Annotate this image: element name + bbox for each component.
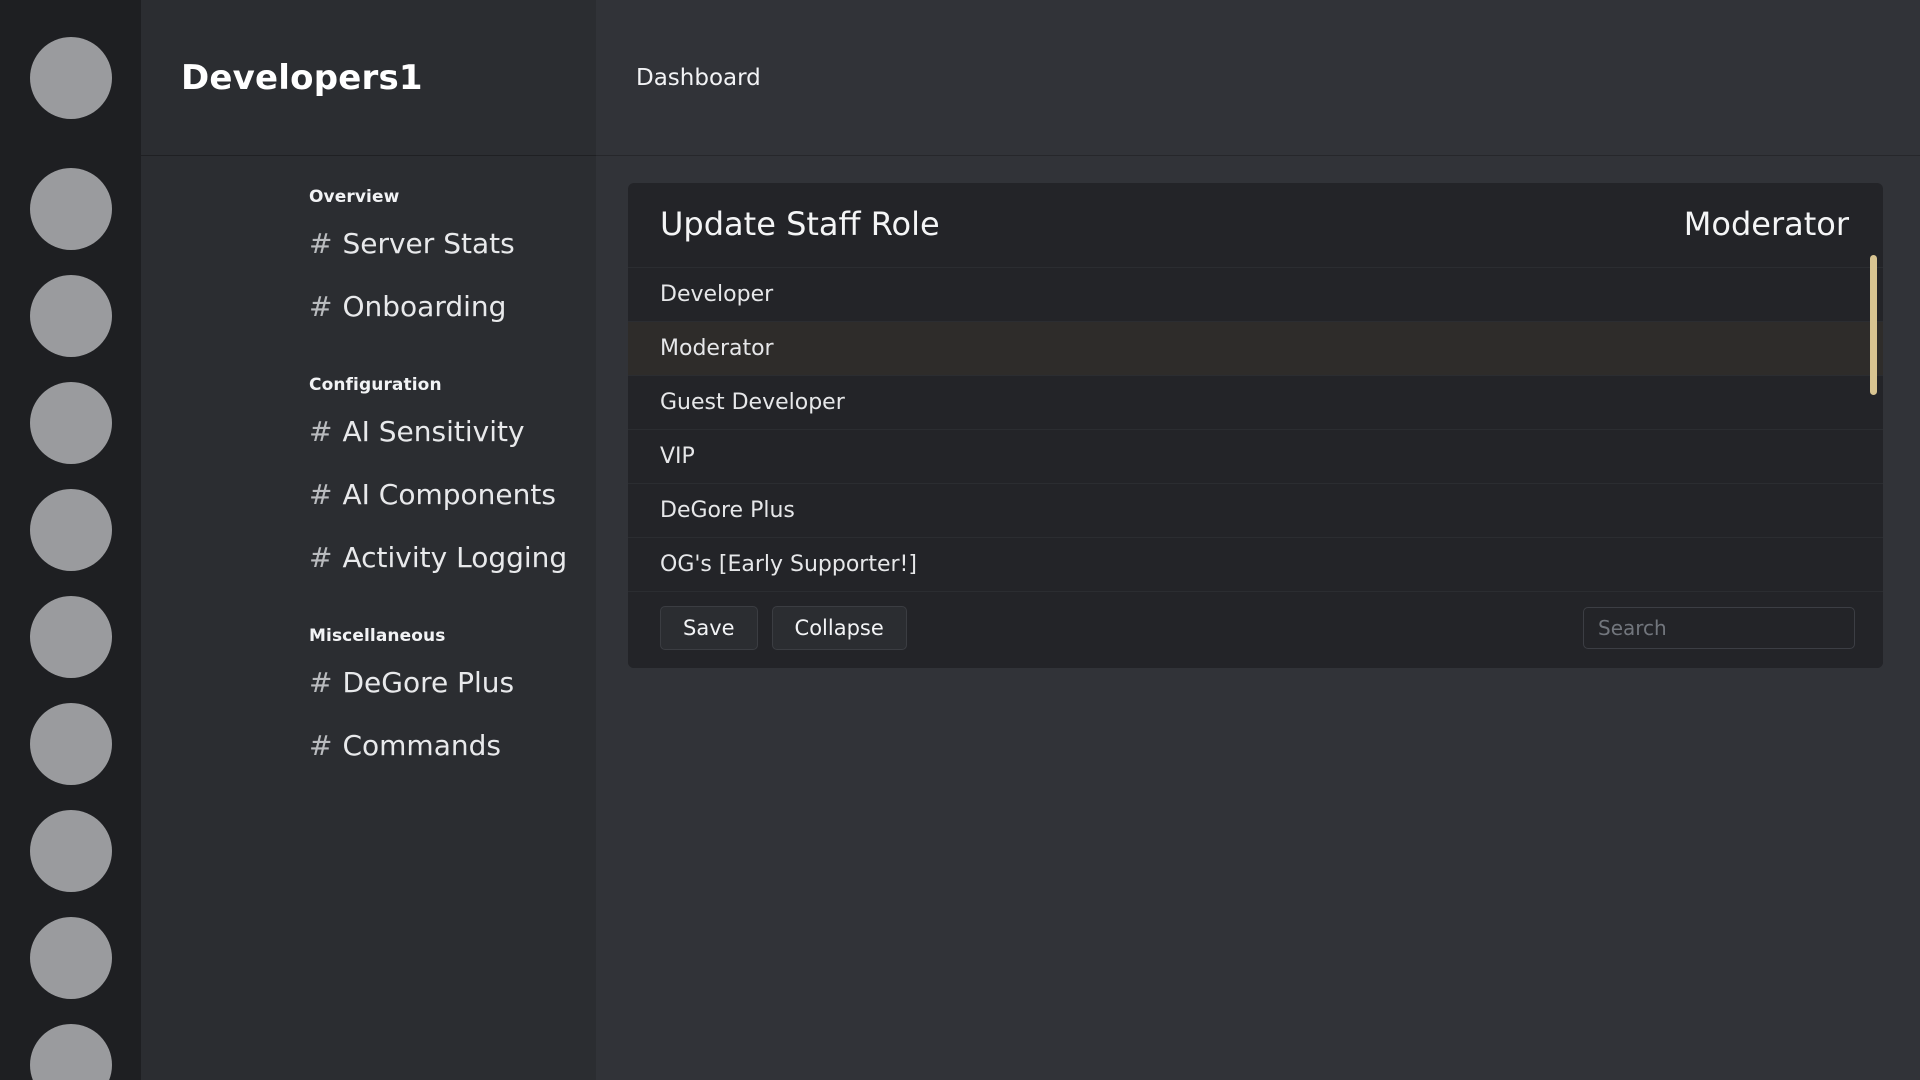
save-button[interactable]: Save [660,606,758,650]
search-input[interactable] [1583,607,1855,649]
sidebar-item-ai-components[interactable]: # AI Components [141,472,596,517]
hash-icon: # [309,290,333,323]
role-option-label: Guest Developer [660,390,845,415]
main-content: Dashboard Update Staff Role Moderator De… [596,0,1920,1080]
card-footer: Save Collapse [628,591,1883,668]
channel-group-title: Overview [309,187,400,207]
channel-group-configuration: Configuration # AI Sensitivity # AI Comp… [141,375,596,580]
server-avatar-icon[interactable] [29,489,112,571]
collapse-button[interactable]: Collapse [771,606,907,650]
topbar: Dashboard [596,0,1920,155]
server-avatar-icon[interactable] [29,596,112,678]
sidebar-item-activity-logging[interactable]: # Activity Logging [141,535,596,580]
selected-role-value: Moderator [1683,205,1849,243]
card-title: Update Staff Role [660,205,940,243]
update-staff-role-card: Update Staff Role Moderator Developer Mo… [628,183,1883,668]
role-option-label: VIP [660,444,695,469]
footer-buttons: Save Collapse [660,606,907,650]
hash-icon: # [309,666,333,699]
server-rail-active-slot [0,0,141,155]
role-option-og-early-supporter[interactable]: OG's [Early Supporter!] [628,537,1883,591]
server-avatar-icon[interactable] [29,810,112,892]
role-option-label: Developer [660,282,774,307]
hash-icon: # [309,478,333,511]
page-title: Dashboard [636,64,761,91]
server-avatar-icon[interactable] [29,382,112,464]
channel-list: Overview # Server Stats # Onboarding Con… [141,155,596,1080]
role-option-degore-plus[interactable]: DeGore Plus [628,483,1883,537]
channel-group-title: Configuration [309,375,442,395]
server-avatar-icon[interactable] [29,917,112,999]
guild-header[interactable]: Developers1 [141,0,596,155]
channel-sidebar: Developers1 Overview # Server Stats # On… [141,0,596,1080]
server-avatar-list [0,155,141,1080]
server-avatar-icon[interactable] [29,703,112,785]
sidebar-item-commands[interactable]: # Commands [141,723,596,768]
hash-icon: # [309,729,333,762]
role-option-label: Moderator [660,336,774,361]
sidebar-item-label: Server Stats [342,227,515,260]
app-root: Developers1 Overview # Server Stats # On… [0,0,1920,1080]
sidebar-item-label: AI Components [342,478,556,511]
role-option-moderator[interactable]: Moderator [628,321,1883,375]
role-option-vip[interactable]: VIP [628,429,1883,483]
channel-group-miscellaneous: Miscellaneous # DeGore Plus # Commands [141,626,596,768]
server-avatar-icon[interactable] [29,168,112,250]
sidebar-item-label: Onboarding [342,290,507,323]
sidebar-item-ai-sensitivity[interactable]: # AI Sensitivity [141,409,596,454]
server-avatar-icon[interactable] [29,36,112,119]
role-option-list: Developer Moderator Guest Developer VIP … [628,267,1883,591]
sidebar-item-label: Commands [342,729,501,762]
content-area: Update Staff Role Moderator Developer Mo… [596,155,1920,1080]
role-option-label: OG's [Early Supporter!] [660,552,917,577]
server-rail [0,0,141,1080]
sidebar-item-label: AI Sensitivity [342,415,525,448]
server-avatar-icon[interactable] [29,1024,112,1080]
hash-icon: # [309,227,333,260]
role-option-guest-developer[interactable]: Guest Developer [628,375,1883,429]
sidebar-item-label: Activity Logging [342,541,568,574]
guild-name: Developers1 [181,57,423,98]
hash-icon: # [309,415,333,448]
hash-icon: # [309,541,333,574]
channel-group-overview: Overview # Server Stats # Onboarding [141,187,596,329]
sidebar-item-onboarding[interactable]: # Onboarding [141,284,596,329]
card-header: Update Staff Role Moderator [628,183,1883,267]
role-option-label: DeGore Plus [660,498,795,523]
role-option-developer[interactable]: Developer [628,267,1883,321]
server-avatar-icon[interactable] [29,275,112,357]
card-scrollbar-track[interactable] [1870,255,1877,590]
sidebar-item-label: DeGore Plus [342,666,515,699]
sidebar-item-server-stats[interactable]: # Server Stats [141,221,596,266]
card-scrollbar-thumb[interactable] [1870,255,1877,395]
channel-group-title: Miscellaneous [309,626,446,646]
sidebar-item-degore-plus[interactable]: # DeGore Plus [141,660,596,705]
